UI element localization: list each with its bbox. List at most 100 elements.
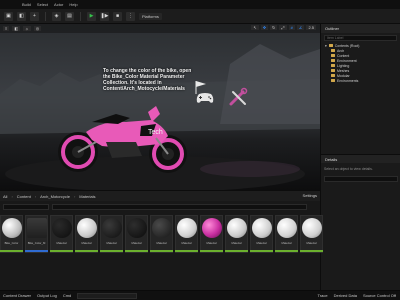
tree-label: Environments xyxy=(337,78,359,83)
material-thumbnail xyxy=(176,218,197,238)
material-thumbnail xyxy=(301,218,322,238)
status-bar: Content Drawer Output Log Cmd Trace Deri… xyxy=(0,290,400,300)
material-thumbnail xyxy=(151,218,172,238)
content-drawer-button[interactable]: Content Drawer xyxy=(3,293,31,298)
output-log-button[interactable]: Output Log xyxy=(37,293,57,298)
asset-tile[interactable]: Material xyxy=(125,215,148,253)
folder-icon xyxy=(331,54,335,57)
material-thumbnail xyxy=(101,218,122,238)
mode-icon[interactable]: ◧ xyxy=(17,11,26,21)
details-header[interactable]: Details xyxy=(321,154,400,163)
material-thumbnail xyxy=(1,218,22,238)
asset-type-strip xyxy=(75,250,98,252)
asset-type-strip xyxy=(275,250,298,252)
save-icon[interactable]: ▣ xyxy=(4,11,13,21)
outliner-search-input[interactable]: Item Label xyxy=(324,35,397,41)
asset-label: Material xyxy=(106,241,117,245)
cinematics-icon[interactable]: ▤ xyxy=(65,11,74,21)
tree-label: Lighting xyxy=(337,63,350,68)
asset-type-strip xyxy=(0,250,23,252)
folder-icon xyxy=(331,74,335,77)
console-input[interactable] xyxy=(77,292,138,299)
folder-icon xyxy=(331,49,335,52)
drawer-toolbar: All › Content › Arch_Motorcycle › Materi… xyxy=(0,191,320,201)
menu-build[interactable]: Build xyxy=(22,2,31,7)
cmd-label: Cmd xyxy=(62,293,72,298)
main-toolbar: ▣ ◧ + ◈ ▤ ▶ ❚▶ ■ ⋮ Platforms xyxy=(0,9,400,24)
step-icon[interactable]: ❚▶ xyxy=(100,11,109,21)
breadcrumb-content[interactable]: Content xyxy=(17,194,31,199)
toolbar-separator xyxy=(45,11,46,21)
asset-tile[interactable]: Material xyxy=(300,215,323,253)
tree-label: Arch xyxy=(337,48,345,53)
content-drawer: All › Content › Arch_Motorcycle › Materi… xyxy=(0,190,323,290)
drawer-search-input[interactable] xyxy=(3,204,49,210)
asset-label: Material xyxy=(206,241,217,245)
asset-tile[interactable]: Material xyxy=(275,215,298,253)
menu-select[interactable]: Select xyxy=(37,2,48,7)
platforms-button[interactable]: Platforms xyxy=(139,12,162,20)
asset-tile[interactable]: Material xyxy=(175,215,198,253)
asset-tile[interactable]: Bike_Color_M xyxy=(25,215,48,253)
asset-type-strip xyxy=(300,250,323,252)
material-thumbnail xyxy=(276,218,297,238)
asset-tile[interactable]: Material xyxy=(225,215,248,253)
tree-label: Meshes xyxy=(337,68,350,73)
asset-label: Bike_Color xyxy=(4,241,19,245)
asset-type-strip xyxy=(175,250,198,252)
tools-icon xyxy=(229,87,248,106)
menu-actor[interactable]: Actor xyxy=(54,2,63,7)
details-search-input[interactable] xyxy=(324,176,398,182)
asset-type-strip xyxy=(200,250,223,252)
asset-type-strip xyxy=(125,250,148,252)
asset-type-strip xyxy=(225,250,248,252)
material-thumbnail xyxy=(126,218,147,238)
more-options-icon[interactable]: ⋮ xyxy=(126,11,135,21)
folder-icon xyxy=(331,59,335,62)
asset-tile[interactable]: Material xyxy=(150,215,173,253)
derived-data-button[interactable]: Derived Data xyxy=(334,293,357,298)
right-panel: Outliner Item Label ▾ Contents (Root) Ar… xyxy=(320,24,400,290)
play-icon[interactable]: ▶ xyxy=(87,11,96,21)
gamepad-icon xyxy=(196,93,214,103)
motorcycle-model: Tech xyxy=(58,106,187,173)
asset-tile[interactable]: Material xyxy=(100,215,123,253)
asset-label: Material xyxy=(231,241,242,245)
source-control-button[interactable]: Source Control Off xyxy=(363,293,396,298)
add-icon[interactable]: + xyxy=(30,11,39,21)
toolbar-separator xyxy=(80,11,81,21)
asset-type-strip xyxy=(100,250,123,252)
breadcrumb-materials[interactable]: Materials xyxy=(79,194,95,199)
material-thumbnail xyxy=(201,218,222,238)
asset-label: Material xyxy=(281,241,292,245)
asset-label: Material xyxy=(56,241,67,245)
asset-tile[interactable]: Material xyxy=(200,215,223,253)
asset-tile[interactable]: Material xyxy=(50,215,73,253)
breadcrumb-arch-motorcycle[interactable]: Arch_Motorcycle xyxy=(40,194,70,199)
material-thumbnail xyxy=(76,218,97,238)
tree-label: Content xyxy=(337,53,350,58)
menu-help[interactable]: Help xyxy=(69,2,77,7)
outliner-header[interactable]: Outliner xyxy=(321,24,400,33)
asset-tile[interactable]: Material xyxy=(75,215,98,253)
trace-button[interactable]: Trace xyxy=(318,293,328,298)
asset-tile[interactable]: Bike_Color xyxy=(0,215,23,253)
asset-label: Material xyxy=(256,241,267,245)
level-viewport[interactable]: ≡ ◧ ☼ ◎ ↖ ✥ ↻ ⤢ # ∠ 2.5 To change the co… xyxy=(0,24,320,190)
asset-label: Bike_Color_M xyxy=(27,241,46,245)
asset-tile[interactable]: Material xyxy=(250,215,273,253)
stop-icon[interactable]: ■ xyxy=(113,11,122,21)
tree-item[interactable]: Environments xyxy=(325,78,400,83)
material-thumbnail xyxy=(251,218,272,238)
asset-type-strip xyxy=(150,250,173,252)
blueprint-icon[interactable]: ◈ xyxy=(52,11,61,21)
expand-icon[interactable]: ▾ xyxy=(325,44,327,48)
details-empty-message: Select an object to view details. xyxy=(324,167,373,171)
settings-button[interactable]: Settings xyxy=(303,193,317,198)
breadcrumb-all[interactable]: All xyxy=(3,194,7,199)
drawer-filter-bar[interactable] xyxy=(52,204,307,210)
material-thumbnail xyxy=(51,218,72,238)
outliner-tree: ▾ Contents (Root) Arch Content Environme… xyxy=(321,43,400,83)
asset-label: Material xyxy=(181,241,192,245)
asset-type-strip xyxy=(50,250,73,252)
